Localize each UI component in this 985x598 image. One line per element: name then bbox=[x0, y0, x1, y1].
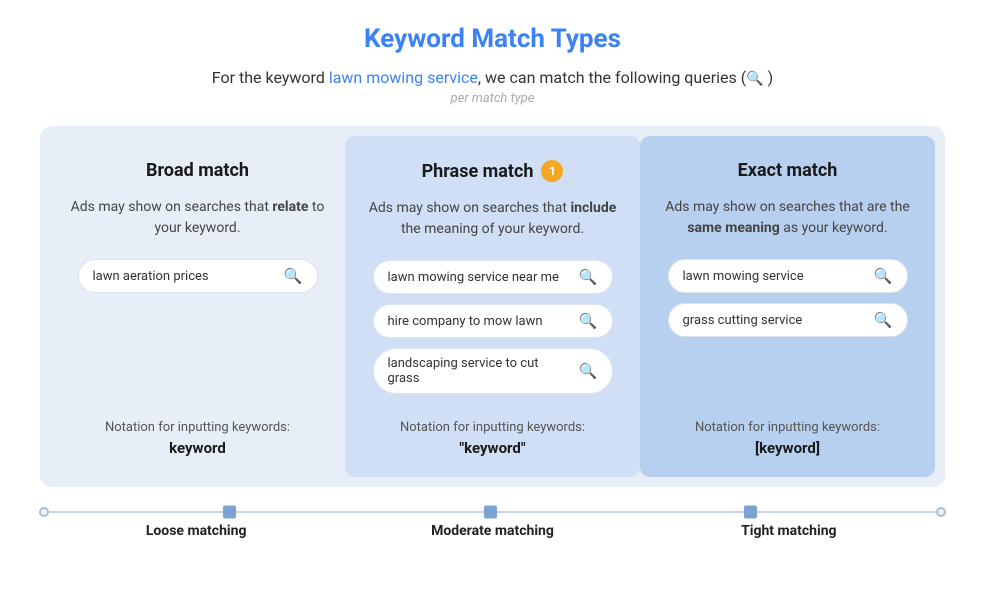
search-icon: 🔍 bbox=[874, 267, 893, 285]
search-icon: 🔍 bbox=[874, 311, 893, 329]
subtitle-before: For the keyword bbox=[212, 68, 329, 87]
card-broad: Broad match Ads may show on searches tha… bbox=[50, 136, 345, 477]
scale-marker-broad bbox=[223, 506, 236, 519]
scale-dot-left bbox=[39, 507, 49, 517]
card-exact-title: Exact match bbox=[738, 160, 838, 181]
scale-marker-exact bbox=[744, 506, 757, 519]
search-pill-phrase-3: landscaping service to cut grass 🔍 bbox=[373, 348, 613, 394]
notation-exact: Notation for inputting keywords: [keywor… bbox=[695, 404, 880, 457]
page-title: Keyword Match Types bbox=[364, 24, 621, 54]
search-pill-phrase-2: hire company to mow lawn 🔍 bbox=[373, 304, 613, 338]
search-pill-phrase-1: lawn mowing service near me 🔍 bbox=[373, 260, 613, 294]
cards-container: Broad match Ads may show on searches tha… bbox=[40, 126, 945, 487]
search-pill-broad-1: lawn aeration prices 🔍 bbox=[78, 259, 318, 293]
card-exact: Exact match Ads may show on searches tha… bbox=[640, 136, 935, 477]
card-phrase-title: Phrase match 1 bbox=[422, 160, 564, 182]
card-exact-desc: Ads may show on searches that are the sa… bbox=[660, 197, 915, 239]
subtitle: For the keyword lawn mowing service, we … bbox=[212, 68, 773, 87]
search-icon: 🔍 bbox=[579, 362, 598, 380]
scale-track bbox=[44, 511, 941, 513]
card-phrase: Phrase match 1 Ads may show on searches … bbox=[345, 136, 640, 477]
search-icon: 🔍 bbox=[746, 71, 763, 87]
subtitle-after: , we can match the following queries ( bbox=[478, 68, 746, 87]
card-broad-title: Broad match bbox=[146, 160, 249, 181]
scale-label-loose: Loose matching bbox=[48, 523, 344, 539]
search-pill-exact-2: grass cutting service 🔍 bbox=[668, 303, 908, 337]
per-match-label: per match type bbox=[451, 91, 535, 106]
scale-marker-phrase bbox=[484, 506, 497, 519]
scale-label-tight: Tight matching bbox=[641, 523, 937, 539]
scale-wrapper bbox=[40, 511, 945, 513]
card-phrase-desc: Ads may show on searches that include th… bbox=[365, 198, 620, 240]
card-broad-desc: Ads may show on searches that relate to … bbox=[70, 197, 325, 239]
notation-broad: Notation for inputting keywords: keyword bbox=[105, 404, 290, 457]
scale-label-moderate: Moderate matching bbox=[344, 523, 640, 539]
phrase-badge: 1 bbox=[541, 160, 563, 182]
keyword-link[interactable]: lawn mowing service bbox=[329, 68, 478, 87]
search-icon: 🔍 bbox=[284, 267, 303, 285]
search-icon: 🔍 bbox=[579, 312, 598, 330]
search-pill-exact-1: lawn mowing service 🔍 bbox=[668, 259, 908, 293]
notation-phrase: Notation for inputting keywords: "keywor… bbox=[400, 404, 585, 457]
subtitle-close: ) bbox=[764, 68, 774, 87]
scale-dot-right bbox=[936, 507, 946, 517]
scale-labels: Loose matching Moderate matching Tight m… bbox=[40, 523, 945, 539]
search-icon: 🔍 bbox=[579, 268, 598, 286]
